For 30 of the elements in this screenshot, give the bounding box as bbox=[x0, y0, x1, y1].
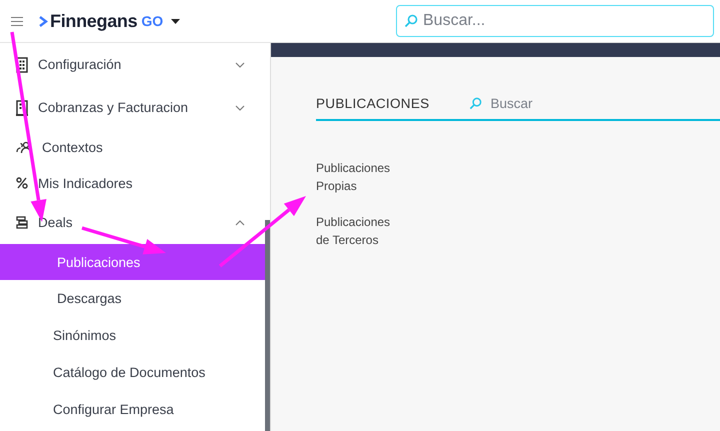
building-icon bbox=[16, 56, 28, 72]
sidebar-item[interactable]: Mis Indicadores bbox=[0, 165, 265, 201]
chevron-down-icon[interactable] bbox=[235, 104, 245, 110]
brand-name: Finnegans bbox=[50, 10, 138, 32]
brand-suffix: GO bbox=[141, 13, 164, 29]
chevron-up-icon[interactable] bbox=[235, 220, 245, 226]
publication-link[interactable]: Publicaciones Propias bbox=[316, 159, 720, 195]
stack-icon bbox=[16, 216, 28, 229]
publication-link[interactable]: Publicaciones de Terceros bbox=[316, 213, 720, 249]
sidebar-item[interactable]: Sinónimos bbox=[0, 317, 265, 354]
sidebar-subitem[interactable]: Publicaciones bbox=[0, 244, 265, 280]
sidebar-item[interactable]: Configurar Empresa bbox=[0, 391, 265, 428]
sidebar-item[interactable]: Contextos bbox=[0, 129, 265, 165]
section-title: PUBLICACIONES bbox=[316, 96, 430, 110]
search-field[interactable]: Buscar bbox=[488, 94, 612, 112]
sidebar-item[interactable]: Deals bbox=[0, 201, 265, 244]
building-icon bbox=[16, 100, 28, 116]
search-icon bbox=[469, 96, 482, 110]
sidebar-subitem[interactable]: Descargas bbox=[0, 280, 265, 317]
chevron-down-icon[interactable] bbox=[235, 62, 245, 68]
sidebar-item[interactable]: Catálogo de Documentos bbox=[0, 354, 265, 391]
scrollbar-thumb[interactable] bbox=[265, 220, 270, 431]
logo-icon bbox=[39, 16, 48, 26]
caret-icon[interactable] bbox=[171, 18, 180, 24]
percent-icon bbox=[16, 177, 28, 189]
sidebar-item[interactable]: Cobranzas y Facturacion bbox=[0, 86, 265, 129]
sidebar-item[interactable]: Configuración bbox=[0, 43, 265, 86]
search-icon bbox=[404, 14, 418, 28]
search-field[interactable]: Buscar... bbox=[396, 5, 714, 37]
people-icon bbox=[16, 140, 32, 154]
